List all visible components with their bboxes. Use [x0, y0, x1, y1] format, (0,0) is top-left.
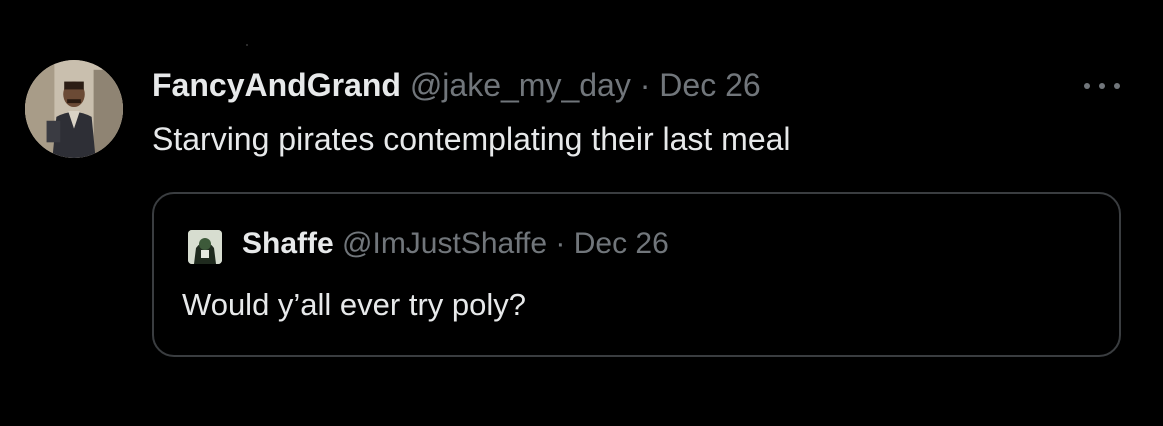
quoted-tweet-card[interactable]: Shaffe @ImJustShaffe · Dec 26 Would y’al… — [152, 192, 1121, 357]
author-handle[interactable]: @jake_my_day — [410, 67, 631, 103]
tweet-date[interactable]: Dec 26 — [659, 67, 760, 103]
avatar-photo — [25, 60, 123, 158]
more-horizontal-icon — [1084, 83, 1090, 89]
more-options-button[interactable] — [1082, 74, 1122, 98]
decorative-speck — [246, 44, 248, 46]
tweet[interactable]: FancyAndGrand @jake_my_day · Dec 26 Star… — [0, 0, 1163, 426]
quoted-tweet-date[interactable]: Dec 26 — [574, 227, 669, 260]
header-separator: · — [639, 67, 651, 103]
author-avatar[interactable] — [25, 60, 123, 158]
quoted-author-avatar[interactable] — [188, 230, 222, 264]
tweet-header: FancyAndGrand @jake_my_day · Dec 26 — [152, 66, 761, 104]
quoted-avatar-image — [188, 230, 222, 264]
quoted-author-display-name[interactable]: Shaffe — [242, 227, 334, 260]
tweet-text: Starving pirates contemplating their las… — [152, 121, 791, 157]
quoted-tweet-header: Shaffe @ImJustShaffe · Dec 26 — [242, 226, 669, 262]
more-horizontal-icon-dot — [1114, 83, 1120, 89]
more-horizontal-icon-dot — [1099, 83, 1105, 89]
quoted-author-handle[interactable]: @ImJustShaffe — [342, 227, 547, 260]
author-display-name[interactable]: FancyAndGrand — [152, 67, 401, 103]
quoted-tweet-text: Would y’all ever try poly? — [182, 287, 527, 322]
quoted-header-separator: · — [555, 227, 566, 260]
